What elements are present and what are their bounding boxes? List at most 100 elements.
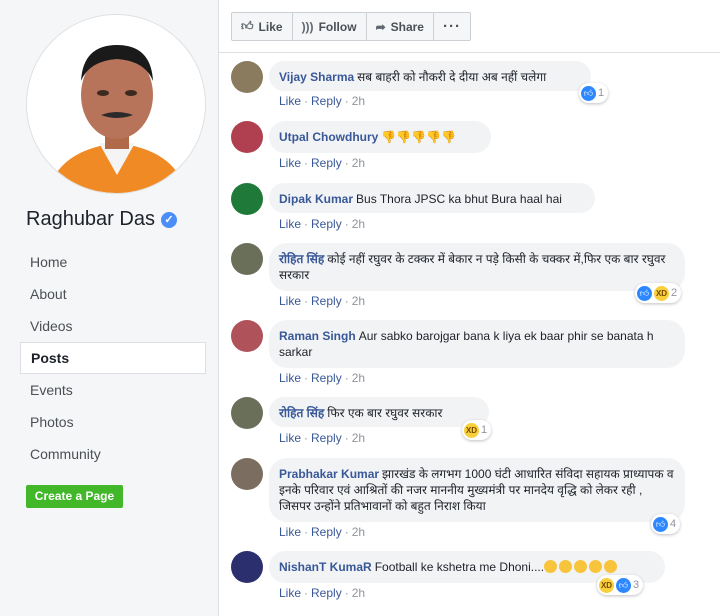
left-sidebar: Raghubar Das ✓ Home About Videos Posts E… — [0, 0, 218, 616]
reaction-count: 1 — [598, 87, 605, 99]
reaction-summary[interactable]: 👍︎ 1 — [579, 83, 609, 103]
comment-bubble: Raman Singh Aur sabko barojgar bana k liy… — [269, 320, 685, 368]
comment-actions: Like · Reply · 2h — [279, 525, 366, 539]
share-button[interactable]: ➦ Share — [367, 13, 434, 40]
like-reaction-icon: 👍︎ — [653, 516, 668, 532]
like-page-button[interactable]: 👍︎ Like — [232, 13, 293, 40]
avatar[interactable] — [231, 61, 263, 93]
page-action-toolbar: 👍︎ Like ))) Follow ➦ Share ··· — [231, 12, 471, 41]
reaction-summary[interactable]: 👍︎ XD 2 — [635, 283, 682, 303]
reaction-summary[interactable]: XD 👍︎ 3 — [597, 575, 644, 595]
avatar[interactable] — [231, 397, 263, 429]
comment-like-link[interactable]: Like — [279, 217, 301, 231]
comment-reply-link[interactable]: Reply — [311, 217, 342, 231]
sidebar-item-photos[interactable]: Photos — [20, 406, 206, 438]
comment-like-link[interactable]: Like — [279, 156, 301, 170]
avatar[interactable] — [231, 551, 263, 583]
comment-text: कोई नहीं रघुवर के टक्कर में बेकार न पड़े… — [279, 252, 666, 282]
comment-text: Football ke kshetra me Dhoni.... — [374, 560, 545, 574]
comment-author[interactable]: Vijay Sharma — [279, 70, 354, 84]
comment-reply-link[interactable]: Reply — [311, 156, 342, 170]
comment-author[interactable]: Prabhakar Kumar — [279, 467, 379, 481]
comment-actions: Like · Reply · 2h — [279, 156, 366, 170]
reaction-summary[interactable]: 👍︎ 4 — [651, 514, 681, 534]
laughing-emoji-icon — [544, 560, 558, 573]
comment-text: सब बाहरी को नौकरी दे दीया अब नहीं चलेगा — [357, 70, 547, 84]
comment-reply-link[interactable]: Reply — [311, 525, 342, 539]
comment-actions: Like · Reply · 2h — [279, 217, 366, 231]
comment-bubble: Dipak Kumar Bus Thora JPSC ka bhut Bura h… — [269, 183, 595, 213]
laughing-emoji-icon — [574, 560, 588, 573]
page-title[interactable]: Raghubar Das ✓ — [26, 208, 177, 231]
sidebar-item-events[interactable]: Events — [20, 374, 206, 406]
comment-bubble: Vijay Sharma सब बाहरी को नौकरी दे दीया अब… — [269, 61, 591, 91]
comment-text: Bus Thora JPSC ka bhut Bura haal hai — [356, 192, 562, 206]
comment-timestamp[interactable]: 2h — [352, 371, 365, 385]
sidebar-item-about[interactable]: About — [20, 278, 206, 310]
avatar[interactable] — [231, 121, 263, 153]
comment-like-link[interactable]: Like — [279, 431, 301, 445]
create-page-button[interactable]: Create a Page — [26, 485, 123, 508]
sidebar-item-home[interactable]: Home — [20, 246, 206, 278]
comment-like-link[interactable]: Like — [279, 94, 301, 108]
comment-author[interactable]: Raman Singh — [279, 329, 356, 343]
comment-bubble: रोहित सिंह फिर एक बार रघुवर सरकार — [269, 397, 489, 427]
avatar[interactable] — [231, 458, 263, 490]
comment-author[interactable]: Dipak Kumar — [279, 192, 353, 206]
comment-like-link[interactable]: Like — [279, 371, 301, 385]
reaction-count: 3 — [633, 579, 640, 591]
profile-photo-illustration — [27, 15, 205, 193]
comment-author[interactable]: रोहित सिंह — [279, 406, 324, 420]
comment-timestamp[interactable]: 2h — [352, 156, 365, 170]
laughing-emoji-icon — [559, 560, 573, 573]
sidebar-item-videos[interactable]: Videos — [20, 310, 206, 342]
comment-text: 👎👎👎👎👎 — [381, 130, 457, 144]
comment-like-link[interactable]: Like — [279, 586, 301, 600]
reaction-count: 1 — [481, 424, 488, 436]
toolbar-divider — [219, 52, 720, 53]
avatar[interactable] — [231, 320, 263, 352]
comment-author[interactable]: Utpal Chowdhury — [279, 130, 378, 144]
comment-like-link[interactable]: Like — [279, 294, 301, 308]
laughing-emoji-icon — [589, 560, 603, 573]
reaction-count: 4 — [670, 518, 677, 530]
rss-icon: ))) — [301, 19, 314, 34]
comment-reply-link[interactable]: Reply — [311, 371, 342, 385]
comment-actions: Like · Reply · 2h — [279, 294, 366, 308]
follow-button[interactable]: ))) Follow — [293, 13, 367, 40]
sidebar-item-community[interactable]: Community — [20, 438, 206, 470]
comment-timestamp[interactable]: 2h — [352, 294, 365, 308]
reaction-count: 2 — [671, 287, 678, 299]
avatar[interactable] — [231, 183, 263, 215]
follow-label: Follow — [318, 19, 357, 34]
comment-bubble: Utpal Chowdhury 👎👎👎👎👎 — [269, 121, 491, 153]
haha-reaction-icon: XD — [654, 285, 669, 301]
haha-reaction-icon: XD — [599, 577, 614, 593]
comment-timestamp[interactable]: 2h — [352, 217, 365, 231]
comment-reply-link[interactable]: Reply — [311, 431, 342, 445]
comment-reply-link[interactable]: Reply — [311, 94, 342, 108]
haha-reaction-icon: XD — [464, 422, 479, 438]
comment-reply-link[interactable]: Reply — [311, 294, 342, 308]
page-name-text[interactable]: Raghubar Das — [26, 208, 155, 231]
thumbs-up-icon: 👍︎ — [241, 19, 254, 33]
comment-text: फिर एक बार रघुवर सरकार — [327, 406, 443, 420]
more-options-button[interactable]: ··· — [434, 13, 470, 40]
profile-picture[interactable] — [26, 14, 206, 194]
sidebar-item-posts[interactable]: Posts — [20, 342, 206, 374]
comment-author[interactable]: रोहित सिंह — [279, 252, 324, 266]
comment-like-link[interactable]: Like — [279, 525, 301, 539]
comment-timestamp[interactable]: 2h — [352, 94, 365, 108]
avatar[interactable] — [231, 243, 263, 275]
reaction-summary[interactable]: XD 1 — [462, 420, 492, 440]
verified-badge-icon: ✓ — [160, 211, 177, 228]
comment-reply-link[interactable]: Reply — [311, 586, 342, 600]
comment-timestamp[interactable]: 2h — [352, 586, 365, 600]
like-reaction-icon: 👍︎ — [616, 577, 631, 593]
comment-author[interactable]: NishanT KumaR — [279, 560, 372, 574]
comment-timestamp[interactable]: 2h — [352, 525, 365, 539]
comment-timestamp[interactable]: 2h — [352, 431, 365, 445]
like-label: Like — [258, 19, 283, 34]
comment-actions: Like · Reply · 2h — [279, 94, 366, 108]
share-arrow-icon: ➦ — [375, 19, 386, 34]
